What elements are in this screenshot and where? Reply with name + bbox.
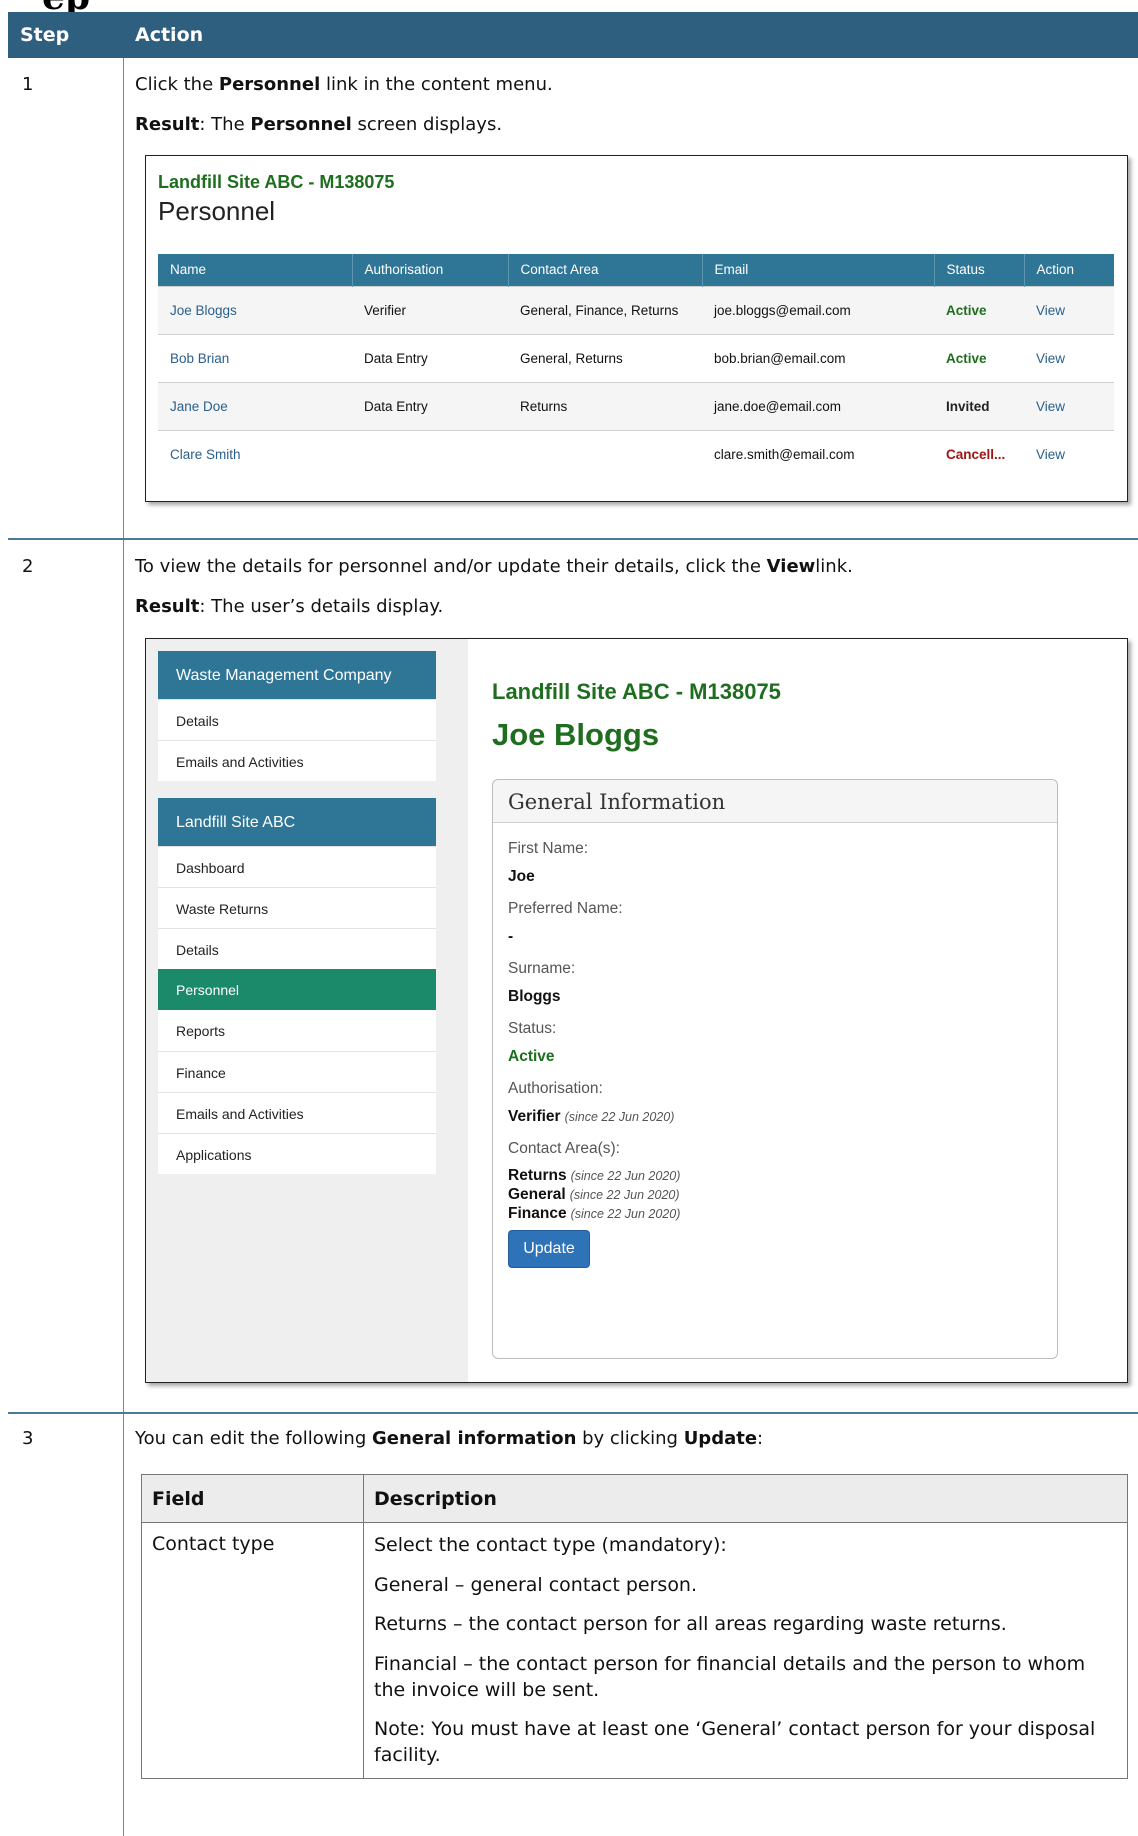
description-line: Financial – the contact person for finan… [374,1652,1086,1701]
person-title: Joe Bloggs [492,717,660,752]
col-action: Action [1024,254,1114,286]
person-name-link[interactable]: Bob Brian [158,333,352,382]
authorisation-cell: Data Entry [352,333,508,382]
company-menu: Waste Management Company Details Emails … [158,651,436,781]
preferred-name-label: Preferred Name: [508,900,623,917]
site-menu: Landfill Site ABC Dashboard Waste Return… [158,798,436,1174]
contact-area-cell: Returns [508,381,702,430]
table-row: Clare Smith clare.smith@email.com Cancel… [158,429,1114,478]
personnel-table: Name Authorisation Contact Area Email St… [158,254,1114,478]
contact-area-item: General (since 22 Jun 2020) [508,1186,680,1203]
panel-title: General Information [493,780,1057,823]
col-authorisation: Authorisation [352,254,509,286]
menu-item-reports[interactable]: Reports [158,1010,436,1051]
description-line: Note: You must have at least one ‘Genera… [374,1718,1096,1766]
contact-area-item: Returns (since 22 Jun 2020) [508,1167,681,1184]
page-title: Personnel [158,196,276,226]
menu-item-waste-returns[interactable]: Waste Returns [158,887,436,928]
contact-area-cell [508,429,702,478]
person-name-link[interactable]: Jane Doe [158,381,352,430]
email-cell: bob.brian@email.com [702,333,934,382]
table-row: Joe Bloggs Verifier General, Finance, Re… [158,285,1114,334]
step-result: Result: The user’s details display. [135,596,444,617]
menu-item-finance[interactable]: Finance [158,1051,436,1092]
view-link[interactable]: View [1024,333,1114,382]
view-link[interactable]: View [1024,381,1114,430]
step-number: 1 [22,74,34,95]
menu-item-dashboard[interactable]: Dashboard [158,846,436,887]
contact-area-item: Finance (since 22 Jun 2020) [508,1205,681,1222]
person-name-link[interactable]: Clare Smith [158,429,352,478]
preferred-name-value: - [508,928,514,945]
column-divider [123,58,124,1836]
field-name: Contact type [141,1521,364,1780]
row-divider [8,1412,1138,1414]
company-menu-title: Waste Management Company [158,651,436,699]
col-contact-area: Contact Area [508,254,703,286]
row-divider [8,538,1138,540]
authorisation-value: Verifier (since 22 Jun 2020) [508,1108,675,1125]
menu-item-details[interactable]: Details [158,928,436,969]
table-row: Contact type Select the contact type (ma… [141,1521,1128,1780]
user-details-screenshot: Waste Management Company Details Emails … [145,638,1128,1383]
description-line: Select the contact type (mandatory): [374,1534,727,1556]
step-result: Result: The Personnel screen displays. [135,114,503,135]
description-line: Returns – the contact person for all are… [374,1613,1007,1636]
menu-item-personnel[interactable]: Personnel [158,969,436,1010]
field-description-table: Field Description Contact type Select th… [141,1474,1128,1780]
field-description: Select the contact type (mandatory): Gen… [363,1521,1128,1780]
contact-area-cell: General, Returns [508,333,702,382]
email-cell: jane.doe@email.com [702,381,934,430]
status-cell: Cancell... [934,429,1024,478]
steps-table-header: Step Action [8,12,1138,58]
status-cell: Active [934,285,1024,334]
authorisation-cell [352,429,508,478]
col-email: Email [702,254,935,286]
update-button[interactable]: Update [508,1230,590,1268]
site-title: Landfill Site ABC - M138075 [158,172,395,192]
col-status: Status [934,254,1025,286]
view-link[interactable]: View [1024,429,1114,478]
authorisation-cell: Data Entry [352,381,508,430]
side-menu-area: Waste Management Company Details Emails … [146,639,468,1382]
email-cell: clare.smith@email.com [702,429,934,478]
menu-item-applications[interactable]: Applications [158,1133,436,1174]
person-name-link[interactable]: Joe Bloggs [158,285,352,334]
col-field: Field [141,1474,364,1523]
col-name: Name [158,254,353,286]
col-description: Description [363,1474,1128,1523]
contact-area-cell: General, Finance, Returns [508,285,702,334]
authorisation-cell: Verifier [352,285,508,334]
surname-label: Surname: [508,960,576,977]
first-name-label: First Name: [508,840,589,857]
email-cell: joe.bloggs@email.com [702,285,934,334]
contact-areas-label: Contact Area(s): [508,1140,620,1157]
status-cell: Active [934,333,1024,382]
site-menu-title: Landfill Site ABC [158,798,436,846]
menu-item-emails-activities[interactable]: Emails and Activities [158,1092,436,1133]
header-step: Step [20,24,70,46]
status-value: Active [508,1048,555,1065]
first-name-value: Joe [508,868,535,885]
step-instruction: Click the Personnel link in the content … [135,74,553,95]
personnel-screenshot: Landfill Site ABC - M138075 Personnel Na… [145,155,1128,502]
menu-item-emails-activities[interactable]: Emails and Activities [158,740,436,781]
step-number: 2 [22,556,34,577]
step-number: 3 [22,1428,34,1449]
view-link[interactable]: View [1024,285,1114,334]
surname-value: Bloggs [508,988,561,1005]
step-instruction: To view the details for personnel and/or… [135,556,853,577]
table-row: Bob Brian Data Entry General, Returns bo… [158,333,1114,382]
general-information-panel: General Information First Name: Joe Pref… [492,779,1058,1359]
description-line: General – general contact person. [374,1573,698,1596]
site-title: Landfill Site ABC - M138075 [492,679,781,704]
table-row: Jane Doe Data Entry Returns jane.doe@ema… [158,381,1114,430]
status-cell: Invited [934,381,1024,430]
menu-item-details[interactable]: Details [158,699,436,740]
status-label: Status: [508,1020,557,1037]
authorisation-label: Authorisation: [508,1080,603,1097]
header-action: Action [135,24,204,46]
step-instruction: You can edit the following General infor… [135,1428,764,1449]
